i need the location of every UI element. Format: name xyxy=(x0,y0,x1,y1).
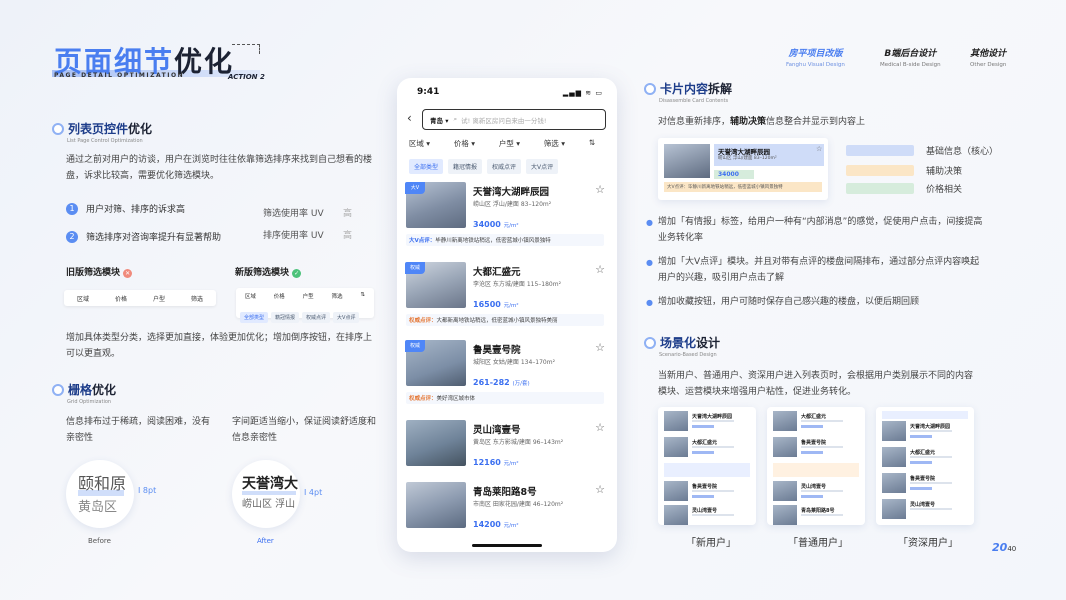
chip-authority[interactable]: 权威点评 xyxy=(487,159,522,174)
label-new-user: 「新用户」 xyxy=(686,538,736,549)
star-icon[interactable]: ☆ xyxy=(595,183,605,196)
list-item[interactable]: 灵山湾壹号 黄岛区 东方影城/建面 96–143m² 12160 元/m² ☆ xyxy=(405,420,609,474)
before-label: Before xyxy=(88,537,111,545)
check-icon: ✓ xyxy=(292,269,302,278)
reason-2: 2 筛选排序对咨询率提升有显著帮助 xyxy=(66,230,221,243)
mini-list-new-user: 天誉湾大湖畔辰园 大都汇盛元 鲁昊壹号院 灵山湾壹号 xyxy=(658,407,756,525)
card-badge: 权威 xyxy=(405,262,425,274)
phone-mockup: 9:41 ▂▄▆ ≋ ▭ ‹ 青岛 ▾ ⌕ 试! 离新区房问自来由一分钱! 区域… xyxy=(397,78,617,552)
reason-1: 1 用户对筛、排序的诉求高 xyxy=(66,202,185,215)
list-item[interactable]: 青岛莱阳路8号 市南区 田家花园/建面 46–120m² 14200 元/m² … xyxy=(405,482,609,536)
scenario-paragraph: 当新用户、普通用户、资深用户进入列表页时，会根据用户类别展示不同的内容模块、运营… xyxy=(658,371,974,397)
bullet-1-icon: ● xyxy=(646,218,653,227)
level-1: 高 xyxy=(343,209,353,219)
title-decoration xyxy=(232,44,260,54)
nav-fanghu[interactable]: 房平项目改版 Fanghu Visual Design xyxy=(786,46,845,68)
chip-intel[interactable]: 籍冠情报 xyxy=(448,159,483,174)
filter-layout[interactable]: 户型 ▾ xyxy=(499,138,520,149)
property-image xyxy=(664,144,710,178)
type-chips: 全部类型 籍冠情报 权威点评 大V点评 xyxy=(409,159,563,174)
search-input[interactable]: 青岛 ▾ ⌕ 试! 离新区房问自来由一分钱! xyxy=(422,109,606,130)
bullet-2-icon: ● xyxy=(646,258,653,267)
page-subtitle: PAGE DETAIL OPTIMIZATION xyxy=(54,72,185,79)
filter-change-paragraph: 增加具体类型分类，选择更加直接，体验更加优化；增加倒序按钮，在排序上可以更直观。 xyxy=(66,333,373,359)
after-sample: 天誉湾大 崂山区 浮山 xyxy=(232,460,300,528)
card-badge: 大V xyxy=(405,182,425,194)
sample-card: 天誉湾大湖畔辰园 崂山区 浮山/建面 83–120m² ☆ 34000 大V点评… xyxy=(658,138,828,200)
status-time: 9:41 xyxy=(417,87,440,97)
nav-other[interactable]: 其他设计 Other Design xyxy=(970,46,1006,68)
status-icons: ▂▄▆ ≋ ▭ xyxy=(562,89,603,97)
search-icon: ⌕ xyxy=(453,115,458,123)
chip-v[interactable]: 大V点评 xyxy=(526,159,559,174)
city-select[interactable]: 青岛 ▾ xyxy=(430,115,449,125)
back-icon[interactable]: ‹ xyxy=(407,111,412,125)
metric-1: 筛选使用率 UV xyxy=(263,209,324,219)
before-sample: 颐和原 黄岛区 xyxy=(66,460,134,528)
list-control-paragraph: 通过之前对用户的访谈，用户在浏览时往往依靠筛选排序来找到自己想看的楼盘，诉求比较… xyxy=(66,155,373,181)
section-card-content: 卡片内容 拆解 Disassemble Card Contents xyxy=(644,80,732,104)
legend-basic: 基础信息（核心） xyxy=(846,144,998,157)
mini-list-senior-user: 天誉湾大湖畔辰园 大都汇盛元 鲁昊壹号院 灵山湾壹号 xyxy=(876,407,974,525)
legend-price: 价格相关 xyxy=(846,182,962,195)
after-text: 字间距适当缩小，保证阅读舒适度和信息亲密性 xyxy=(232,417,377,443)
section-icon xyxy=(644,82,656,95)
card-badge: 权威 xyxy=(405,340,425,352)
filter-bar: 区域 ▾ 价格 ▾ 户型 ▾ 筛选 ▾ ⇅ xyxy=(397,138,617,149)
property-image xyxy=(406,482,466,528)
chip-all[interactable]: 全部类型 xyxy=(409,159,444,174)
section-icon xyxy=(644,336,656,349)
page-number: 2040 xyxy=(992,541,1017,554)
star-icon[interactable]: ☆ xyxy=(595,483,605,496)
before-gap: Ⅰ 8pt xyxy=(138,486,157,495)
bullet-2: 增加「大V点评」模块。并且对带有点评的楼盘间隔排布，通过部分点评内容唤起用户的兴… xyxy=(658,257,980,283)
nav-medical[interactable]: B端后台设计 Medical B-side Design xyxy=(880,46,941,68)
home-indicator xyxy=(472,544,542,547)
filter-price[interactable]: 价格 ▾ xyxy=(454,138,475,149)
bullet-1: 增加「有情报」标签，给用户一种有“内部消息”的感觉，促使用户点击，间接提高业务转… xyxy=(658,217,983,243)
cross-icon: ✕ xyxy=(123,269,133,278)
old-filter-label: 旧版筛选模块 ✕ xyxy=(66,268,133,278)
new-filter-label: 新版筛选模块 ✓ xyxy=(235,268,302,278)
mini-list-regular-user: 大都汇盛元 鲁昊壹号院 灵山湾壹号 青岛莱阳路8号 xyxy=(767,407,865,525)
property-image xyxy=(406,420,466,466)
section-icon xyxy=(52,383,64,396)
section-scenario: 场景化 设计 Scenario-Based Design xyxy=(644,334,720,358)
new-filter-bar: 区域 价格 户型 筛选 ⇅ 全部类型 籍冠情报 权威点评 大V点评 xyxy=(236,288,374,323)
sort-icon[interactable]: ⇅ xyxy=(589,138,595,149)
after-gap: Ⅰ 4pt xyxy=(304,488,323,497)
bullet-3-icon: ● xyxy=(646,298,653,307)
section-list-control: 列表页控件 优化 List Page Control Optimization xyxy=(52,120,152,144)
star-icon: ☆ xyxy=(816,145,823,153)
list-item[interactable]: 大V 天誉湾大湖畔辰园 崂山区 浮山/建面 83–120m² 34000 元/m… xyxy=(405,182,609,252)
section-icon xyxy=(52,122,64,135)
filter-area[interactable]: 区域 ▾ xyxy=(409,138,430,149)
star-icon[interactable]: ☆ xyxy=(595,263,605,276)
before-text: 信息排布过于稀疏，阅读困难，没有亲密性 xyxy=(66,417,211,443)
bullet-3: 增加收藏按钮，用户可随时保存自己感兴趣的楼盘，以便后期回顾 xyxy=(658,297,920,307)
section-grid: 栅格 优化 Grid Optimization xyxy=(52,381,116,405)
star-icon[interactable]: ☆ xyxy=(595,421,605,434)
star-icon[interactable]: ☆ xyxy=(595,341,605,354)
list-item[interactable]: 权威 大都汇盛元 李沧区 东方城/建面 115–180m² 16500 元/m²… xyxy=(405,262,609,332)
label-senior-user: 「资深用户」 xyxy=(898,538,958,549)
action-label: ACTION 2 xyxy=(228,73,265,81)
filter-more[interactable]: 筛选 ▾ xyxy=(544,138,565,149)
card-content-intro: 对信息重新排序，辅助决策信息整合并显示到内容上 xyxy=(658,117,866,127)
list-item[interactable]: 权威 鲁昊壹号院 城阳区 女姑/建面 134–170m² 261-282 (万/… xyxy=(405,340,609,410)
after-label: After xyxy=(257,537,274,545)
label-regular-user: 「普通用户」 xyxy=(788,538,848,549)
level-2: 高 xyxy=(343,231,353,241)
old-filter-bar: 区域 价格 户型 筛选 xyxy=(64,290,216,306)
legend-decision: 辅助决策 xyxy=(846,164,962,177)
metric-2: 排序使用率 UV xyxy=(263,231,324,241)
